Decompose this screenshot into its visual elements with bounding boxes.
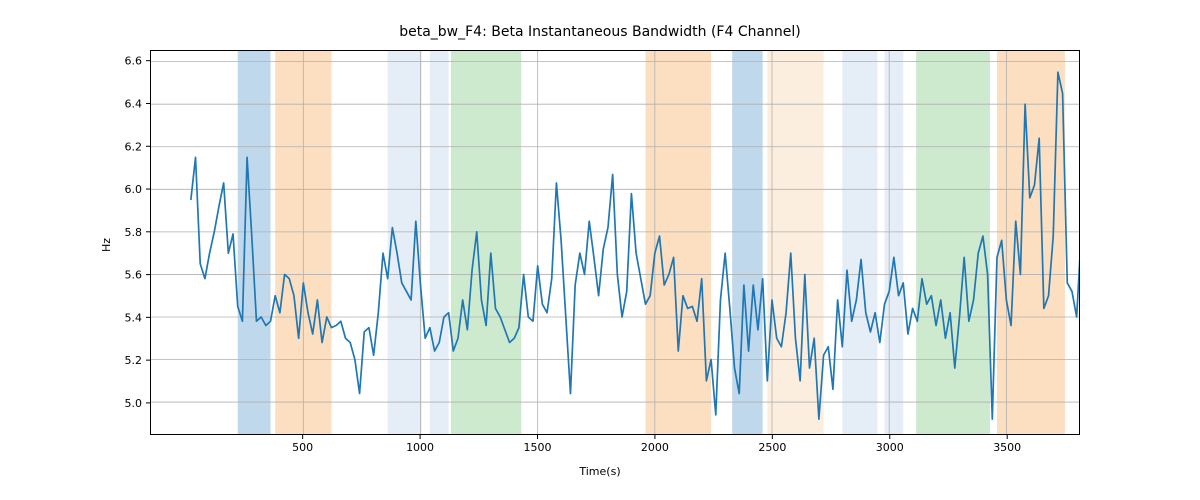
x-tick-label: 3000 [876,441,904,454]
y-tick-label: 5.2 [125,354,143,367]
y-tick-label: 5.8 [125,226,143,239]
region-band [884,51,903,434]
region-band [430,51,449,434]
y-tick-label: 5.4 [125,311,143,324]
figure: beta_bw_F4: Beta Instantaneous Bandwidth… [0,0,1200,500]
axes: 500100015002000250030003500 5.05.25.45.6… [150,50,1080,435]
region-band [645,51,711,434]
region-bands [238,51,1065,434]
y-tick-label: 5.0 [125,397,143,410]
x-tick-label: 1000 [406,441,434,454]
x-tick-label: 1500 [524,441,552,454]
region-band [767,51,823,434]
y-tick-label: 6.0 [125,183,143,196]
y-tick-label: 6.4 [125,97,143,110]
region-band [842,51,877,434]
x-tick-label: 3500 [993,441,1021,454]
y-tick-label: 5.6 [125,269,143,282]
region-band [997,51,1065,434]
region-band [238,51,271,434]
y-tick-label: 6.2 [125,140,143,153]
x-axis-label: Time(s) [0,465,1200,478]
region-band [916,51,990,434]
region-band [451,51,521,434]
x-tick-label: 500 [292,441,313,454]
chart-title: beta_bw_F4: Beta Instantaneous Bandwidth… [0,24,1200,40]
x-axis: 500 1000 1500 2000 2500 3000 3500 [150,435,1080,465]
y-axis-label: Hz [100,238,113,252]
x-tick-label: 2000 [641,441,669,454]
y-tick-label: 6.6 [125,55,143,68]
plot-area [150,50,1080,435]
x-tick-label: 2500 [758,441,786,454]
